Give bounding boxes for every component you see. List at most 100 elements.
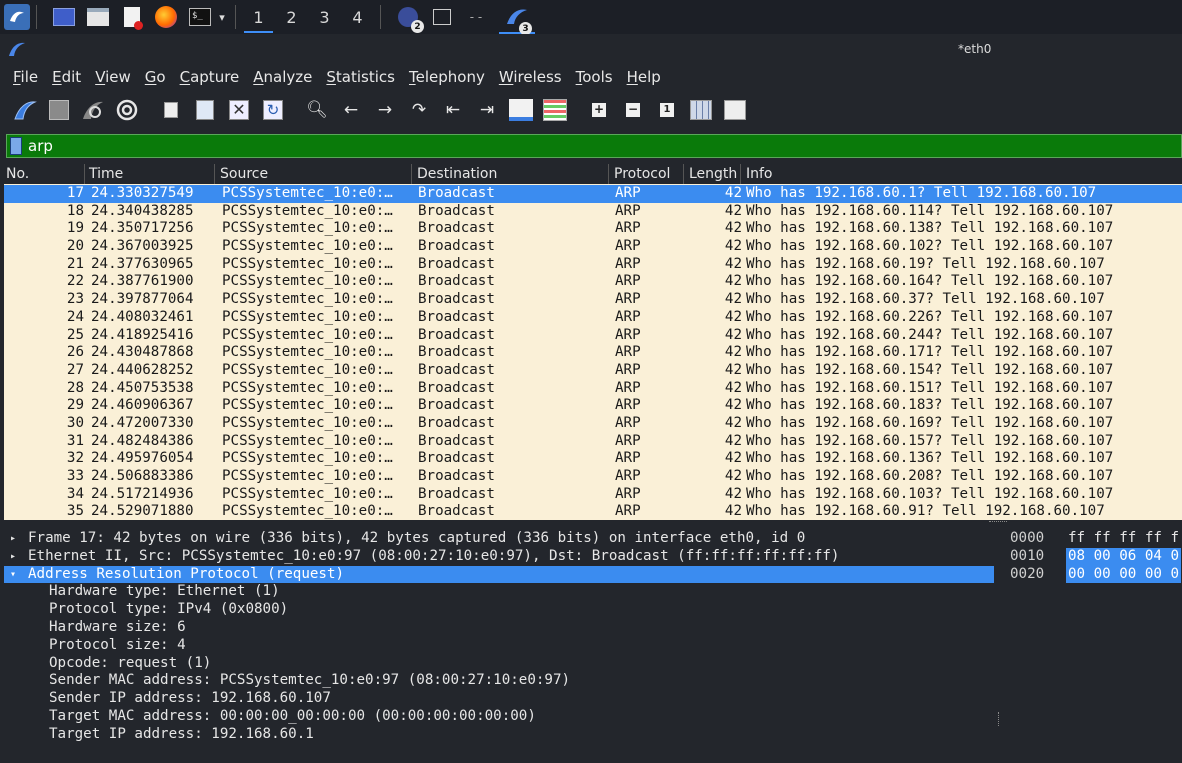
table-row[interactable]: 25 24.418925416 PCSSystemtec_10:e0:… Broadc… (4, 327, 1182, 345)
menu-statistics[interactable]: Statistics (319, 68, 402, 86)
detail-arp-field[interactable]: Target MAC address: 00:00:00_00:00:00 (0… (4, 708, 994, 726)
table-row[interactable]: 35 24.529071880 PCSSystemtec_10:e0:… Broadc… (4, 503, 1182, 520)
table-row[interactable]: 31 24.482484386 PCSSystemtec_10:e0:… Broadc… (4, 433, 1182, 451)
collapse-arrow-icon[interactable]: ▾ (10, 566, 16, 584)
chevron-down-icon[interactable]: ▾ (215, 4, 229, 30)
column-divider[interactable] (683, 164, 684, 184)
packet-list[interactable]: No. Time Source Destination Protocol Len… (4, 164, 1182, 520)
table-row[interactable]: 28 24.450753538 PCSSystemtec_10:e0:… Broadc… (4, 380, 1182, 398)
column-header-length[interactable]: Length (689, 166, 737, 184)
detail-frame[interactable]: ▸ Frame 17: 42 bytes on wire (336 bits),… (4, 530, 994, 548)
table-row[interactable]: 17 24.330327549 PCSSystemtec_10:e0:… Broadc… (4, 185, 1182, 203)
bytes-row[interactable]: 0020 00 00 00 00 0 (1004, 565, 1182, 584)
table-row[interactable]: 22 24.387761900 PCSSystemtec_10:e0:… Broadc… (4, 273, 1182, 291)
pane-splitter[interactable] (4, 520, 1182, 530)
table-row[interactable]: 21 24.377630965 PCSSystemtec_10:e0:… Broadc… (4, 256, 1182, 274)
table-row[interactable]: 34 24.517214936 PCSSystemtec_10:e0:… Broadc… (4, 486, 1182, 504)
firefox-icon[interactable] (153, 4, 179, 30)
detail-arp-field[interactable]: Sender IP address: 192.168.60.107 (4, 690, 994, 708)
dash-icon[interactable]: - - (463, 4, 489, 30)
text-editor-icon[interactable] (119, 4, 145, 30)
table-row[interactable]: 18 24.340438285 PCSSystemtec_10:e0:… Broadc… (4, 203, 1182, 221)
auto-scroll-icon[interactable] (506, 95, 536, 125)
detail-arp-field[interactable]: Protocol type: IPv4 (0x0800) (4, 601, 994, 619)
app-window-icon[interactable]: 2 (395, 4, 424, 33)
start-capture-icon[interactable] (10, 95, 40, 125)
go-back-icon[interactable]: ← (336, 95, 366, 125)
last-packet-icon[interactable]: ⇥ (472, 95, 502, 125)
detail-arp[interactable]: ▾ Address Resolution Protocol (request) (4, 565, 994, 584)
column-divider[interactable] (411, 164, 412, 184)
wireshark-taskbar-icon[interactable]: 3 (499, 0, 535, 35)
table-row[interactable]: 33 24.506883386 PCSSystemtec_10:e0:… Broadc… (4, 468, 1182, 486)
column-divider[interactable] (740, 164, 741, 184)
display-filter-input[interactable]: arp (28, 137, 53, 155)
display-filter-bar[interactable]: arp (6, 134, 1182, 158)
menu-view[interactable]: View (88, 68, 138, 86)
menu-go[interactable]: Go (138, 68, 173, 86)
bytes-hex[interactable]: 08 00 06 04 0 (1066, 547, 1182, 566)
find-packet-icon[interactable]: 🔍︎ (302, 95, 332, 125)
table-row[interactable]: 29 24.460906367 PCSSystemtec_10:e0:… Broadc… (4, 397, 1182, 415)
table-row[interactable]: 23 24.397877064 PCSSystemtec_10:e0:… Broadc… (4, 291, 1182, 309)
packet-bytes-pane[interactable]: 0000 ff ff ff ff f 0010 08 00 06 04 0 00… (1004, 530, 1182, 763)
table-row[interactable]: 20 24.367003925 PCSSystemtec_10:e0:… Broadc… (4, 238, 1182, 256)
layout-icon[interactable] (720, 95, 750, 125)
table-row[interactable]: 26 24.430487868 PCSSystemtec_10:e0:… Broadc… (4, 344, 1182, 362)
column-divider[interactable] (84, 164, 85, 184)
menu-help[interactable]: Help (620, 68, 668, 86)
bytes-hex[interactable]: ff ff ff ff f (1066, 530, 1181, 548)
detail-arp-field[interactable]: Protocol size: 4 (4, 637, 994, 655)
column-divider[interactable] (214, 164, 215, 184)
column-header-source[interactable]: Source (220, 166, 268, 184)
menu-file[interactable]: File (6, 68, 45, 86)
table-row[interactable]: 32 24.495976054 PCSSystemtec_10:e0:… Broadc… (4, 450, 1182, 468)
terminal-window-icon[interactable] (429, 4, 455, 30)
bytes-hex[interactable]: 00 00 00 00 0 (1066, 565, 1182, 584)
restart-capture-icon[interactable] (78, 95, 108, 125)
zoom-out-icon[interactable]: − (618, 95, 648, 125)
workspace-4[interactable]: 4 (341, 0, 374, 34)
detail-ethernet[interactable]: ▸ Ethernet II, Src: PCSSystemtec_10:e0:9… (4, 548, 994, 566)
table-row[interactable]: 27 24.440628252 PCSSystemtec_10:e0:… Broadc… (4, 362, 1182, 380)
column-header-info[interactable]: Info (746, 166, 773, 184)
first-packet-icon[interactable]: ⇤ (438, 95, 468, 125)
packet-details-pane[interactable]: ▸ Frame 17: 42 bytes on wire (336 bits),… (4, 530, 994, 763)
filter-bookmark-icon[interactable] (10, 137, 22, 155)
table-row[interactable]: 19 24.350717256 PCSSystemtec_10:e0:… Broadc… (4, 220, 1182, 238)
menu-tools[interactable]: Tools (569, 68, 620, 86)
resize-columns-icon[interactable] (686, 95, 716, 125)
bytes-row[interactable]: 0010 08 00 06 04 0 (1004, 547, 1182, 566)
workspace-3[interactable]: 3 (308, 0, 341, 34)
reload-file-icon[interactable]: ↻ (258, 95, 288, 125)
zoom-in-icon[interactable]: + (584, 95, 614, 125)
column-header-no[interactable]: No. (6, 166, 29, 184)
go-forward-icon[interactable]: → (370, 95, 400, 125)
save-file-icon[interactable] (190, 95, 220, 125)
bytes-row[interactable]: 0000 ff ff ff ff f (1004, 530, 1182, 548)
menu-analyze[interactable]: Analyze (246, 68, 319, 86)
menu-telephony[interactable]: Telephony (402, 68, 492, 86)
workspace-2[interactable]: 2 (275, 0, 308, 34)
terminal-icon[interactable]: $_ (187, 4, 213, 30)
table-row[interactable]: 24 24.408032461 PCSSystemtec_10:e0:… Broadc… (4, 309, 1182, 327)
file-manager-icon[interactable] (85, 4, 111, 30)
open-file-icon[interactable] (156, 95, 186, 125)
column-header-destination[interactable]: Destination (417, 166, 497, 184)
colorize-icon[interactable] (540, 95, 570, 125)
close-file-icon[interactable]: ✕ (224, 95, 254, 125)
detail-arp-field[interactable]: Opcode: request (1) (4, 655, 994, 673)
normal-size-icon[interactable]: 1 (652, 95, 682, 125)
go-to-packet-icon[interactable]: ↷ (404, 95, 434, 125)
menu-capture[interactable]: Capture (173, 68, 247, 86)
detail-arp-field[interactable]: Sender MAC address: PCSSystemtec_10:e0:9… (4, 672, 994, 690)
desktop-icon[interactable] (51, 4, 77, 30)
capture-options-icon[interactable] (112, 95, 142, 125)
stop-capture-icon[interactable] (44, 95, 74, 125)
detail-arp-field[interactable]: Hardware size: 6 (4, 619, 994, 637)
expand-arrow-icon[interactable]: ▸ (10, 530, 16, 548)
vertical-splitter[interactable] (994, 530, 1004, 763)
detail-arp-field[interactable]: Target IP address: 192.168.60.1 (4, 726, 994, 744)
kali-menu-icon[interactable] (4, 4, 30, 30)
expand-arrow-icon[interactable]: ▸ (10, 548, 16, 566)
